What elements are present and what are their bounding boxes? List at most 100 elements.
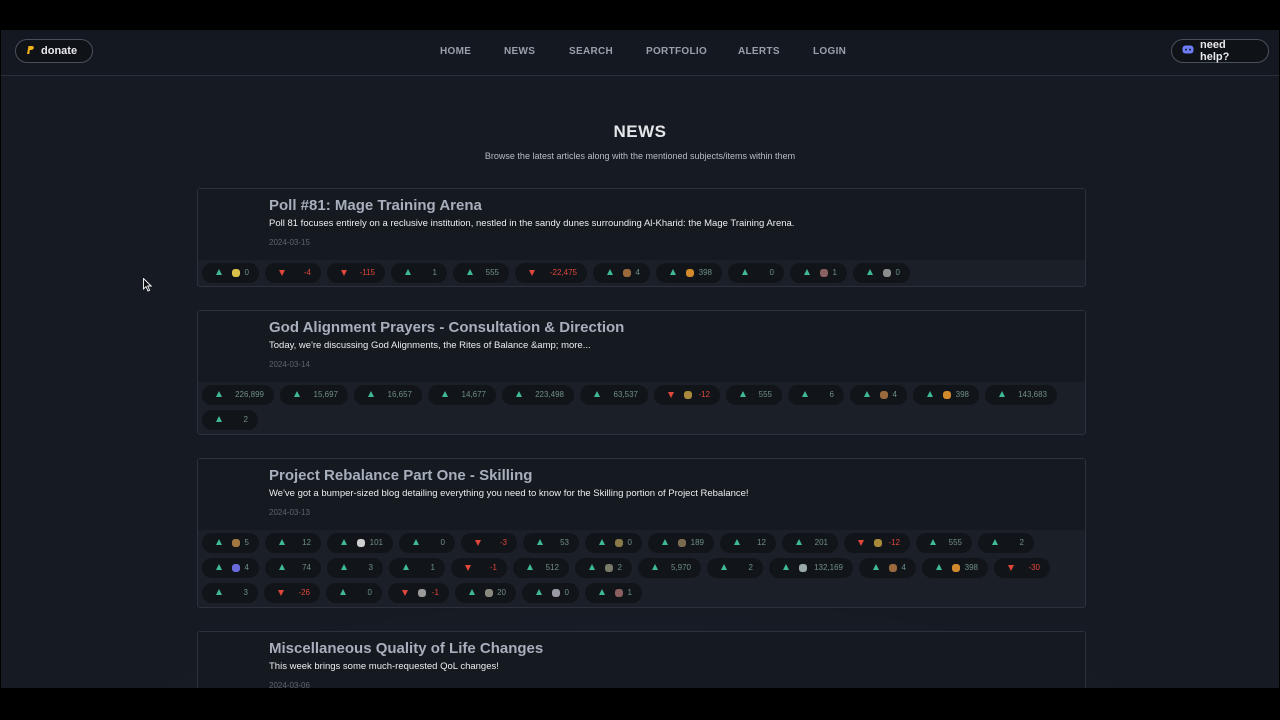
need-help-button[interactable]: need help? bbox=[1171, 39, 1269, 63]
item-tag[interactable]: -3 bbox=[461, 533, 517, 553]
nav-alerts[interactable]: ALERTS bbox=[738, 46, 780, 57]
tag-value: 1 bbox=[832, 268, 837, 277]
nav-login[interactable]: LOGIN bbox=[813, 46, 846, 57]
trend-up-icon bbox=[721, 564, 727, 570]
trend-down-icon bbox=[465, 565, 471, 571]
trend-up-icon bbox=[537, 539, 543, 545]
item-tag[interactable]: 0 bbox=[853, 263, 910, 283]
orb-icon bbox=[232, 564, 240, 572]
item-tag[interactable]: 226,899 bbox=[202, 385, 274, 405]
item-tag[interactable]: 0 bbox=[202, 263, 259, 283]
trend-up-icon bbox=[279, 564, 285, 570]
item-tag[interactable]: 223,498 bbox=[502, 385, 574, 405]
item-tag[interactable]: 398 bbox=[656, 263, 722, 283]
item-tag[interactable]: -26 bbox=[264, 583, 320, 603]
item-tag[interactable]: 555 bbox=[453, 263, 509, 283]
item-tag[interactable]: 0 bbox=[522, 583, 579, 603]
article-card[interactable]: Project Rebalance Part One - Skilling We… bbox=[197, 458, 1086, 608]
item-tag[interactable]: 12 bbox=[265, 533, 321, 553]
feather-icon bbox=[615, 589, 623, 597]
item-tag[interactable]: 189 bbox=[648, 533, 714, 553]
item-tag[interactable]: 1 bbox=[585, 583, 642, 603]
trend-down-icon bbox=[529, 270, 535, 276]
item-tag[interactable]: 1 bbox=[389, 558, 445, 578]
item-tag[interactable]: -115 bbox=[327, 263, 385, 283]
article-title[interactable]: Project Rebalance Part One - Skilling bbox=[269, 467, 532, 484]
item-tag[interactable]: 5,970 bbox=[638, 558, 701, 578]
item-tag[interactable]: 2 bbox=[202, 410, 258, 430]
nav-portfolio[interactable]: PORTFOLIO bbox=[646, 46, 707, 57]
item-tag[interactable]: 0 bbox=[728, 263, 784, 283]
item-tag[interactable]: 101 bbox=[327, 533, 393, 553]
tag-value: 3 bbox=[243, 588, 248, 597]
nav-news[interactable]: NEWS bbox=[504, 46, 535, 57]
item-tag[interactable]: 16,657 bbox=[354, 385, 422, 405]
article-description: Poll 81 focuses entirely on a reclusive … bbox=[269, 218, 795, 229]
trend-up-icon bbox=[216, 391, 222, 397]
item-tag[interactable]: 3 bbox=[327, 558, 383, 578]
item-tag[interactable]: 15,697 bbox=[280, 385, 348, 405]
nav-home[interactable]: HOME bbox=[440, 46, 471, 57]
item-tag[interactable]: 555 bbox=[916, 533, 972, 553]
tag-value: 16,657 bbox=[387, 390, 412, 399]
item-tag[interactable]: 14,677 bbox=[428, 385, 496, 405]
item-tag[interactable]: -12 bbox=[654, 385, 720, 405]
item-tag[interactable]: 4 bbox=[202, 558, 259, 578]
item-tag[interactable]: -12 bbox=[844, 533, 910, 553]
item-tag[interactable]: 0 bbox=[585, 533, 642, 553]
item-tag[interactable]: 2 bbox=[707, 558, 763, 578]
tag-value: -1 bbox=[431, 588, 439, 597]
trend-down-icon bbox=[402, 590, 408, 596]
item-tag[interactable]: 143,683 bbox=[985, 385, 1057, 405]
trend-up-icon bbox=[992, 539, 998, 545]
tag-value: 53 bbox=[560, 538, 569, 547]
trend-up-icon bbox=[802, 391, 808, 397]
item-tag[interactable]: 74 bbox=[265, 558, 321, 578]
item-tag[interactable]: 12 bbox=[720, 533, 776, 553]
item-tag[interactable]: 1 bbox=[790, 263, 847, 283]
article-card[interactable]: Poll #81: Mage Training Arena Poll 81 fo… bbox=[197, 188, 1086, 287]
item-tag[interactable]: 6 bbox=[788, 385, 844, 405]
trend-up-icon bbox=[804, 269, 810, 275]
item-tag[interactable]: 53 bbox=[523, 533, 579, 553]
item-tag[interactable]: 2 bbox=[575, 558, 632, 578]
item-tag[interactable]: -30 bbox=[994, 558, 1050, 578]
tag-value: 5 bbox=[244, 538, 249, 547]
stick-icon bbox=[678, 539, 686, 547]
article-title[interactable]: Poll #81: Mage Training Arena bbox=[269, 197, 482, 214]
item-tag[interactable]: 4 bbox=[593, 263, 650, 283]
trend-down-icon bbox=[1008, 565, 1014, 571]
item-tag[interactable]: 0 bbox=[399, 533, 455, 553]
item-tag[interactable]: -22,475 bbox=[515, 263, 587, 283]
article-card[interactable]: God Alignment Prayers - Consultation & D… bbox=[197, 310, 1086, 435]
trend-up-icon bbox=[927, 391, 933, 397]
tag-value: 1 bbox=[627, 588, 632, 597]
item-tag[interactable]: 1 bbox=[391, 263, 447, 283]
item-tag[interactable]: 398 bbox=[922, 558, 988, 578]
tag-value: 74 bbox=[302, 563, 311, 572]
item-tag[interactable]: 512 bbox=[513, 558, 569, 578]
article-title[interactable]: Miscellaneous Quality of Life Changes bbox=[269, 640, 543, 657]
item-tag[interactable]: 4 bbox=[859, 558, 916, 578]
item-tag[interactable]: -1 bbox=[451, 558, 507, 578]
item-tag[interactable]: 3 bbox=[202, 583, 258, 603]
item-tag[interactable]: 398 bbox=[913, 385, 979, 405]
article-card[interactable]: Miscellaneous Quality of Life Changes Th… bbox=[197, 631, 1086, 688]
item-tag[interactable]: 201 bbox=[782, 533, 838, 553]
item-tag[interactable]: 0 bbox=[326, 583, 382, 603]
nav-search[interactable]: SEARCH bbox=[569, 46, 613, 57]
item-tag[interactable]: 4 bbox=[850, 385, 907, 405]
trend-up-icon bbox=[594, 391, 600, 397]
item-tag[interactable]: -1 bbox=[388, 583, 449, 603]
item-tag[interactable]: 5 bbox=[202, 533, 259, 553]
item-tag[interactable]: -4 bbox=[265, 263, 321, 283]
tag-value: 223,498 bbox=[535, 390, 564, 399]
item-tag[interactable]: 555 bbox=[726, 385, 782, 405]
item-tag[interactable]: 20 bbox=[455, 583, 516, 603]
item-tag[interactable]: 132,169 bbox=[769, 558, 853, 578]
article-title[interactable]: God Alignment Prayers - Consultation & D… bbox=[269, 319, 624, 336]
trend-up-icon bbox=[405, 269, 411, 275]
item-tag[interactable]: 2 bbox=[978, 533, 1034, 553]
page-title: NEWS bbox=[613, 122, 667, 141]
item-tag[interactable]: 63,537 bbox=[580, 385, 648, 405]
